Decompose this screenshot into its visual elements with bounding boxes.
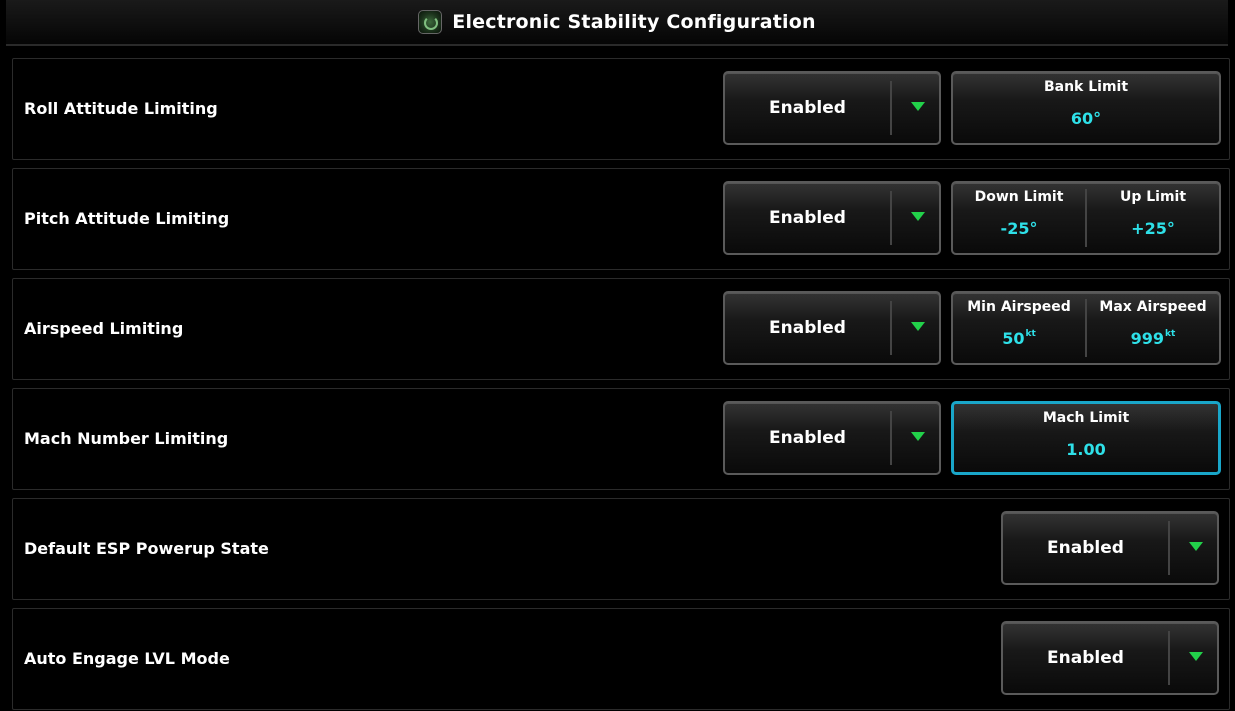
max-airspeed-value: 999 <box>1130 329 1165 348</box>
row-default-esp-powerup-state: Default ESP Powerup State Enabled <box>12 498 1230 600</box>
row-label: Auto Engage LVL Mode <box>24 649 230 668</box>
down-limit-header: Down Limit <box>974 189 1064 205</box>
page-title: Electronic Stability Configuration <box>452 11 816 33</box>
row-label: Default ESP Powerup State <box>24 539 269 558</box>
esp-powerup-dropdown[interactable]: Enabled <box>1001 511 1219 585</box>
title-bar: Electronic Stability Configuration <box>6 0 1228 46</box>
chevron-down-icon <box>1189 542 1203 551</box>
dropdown-divider <box>1168 631 1170 685</box>
dropdown-divider <box>1168 521 1170 575</box>
max-airspeed-button[interactable]: Max Airspeed 999kt <box>1087 293 1219 363</box>
knots-unit: kt <box>1165 329 1176 339</box>
pitch-limits-group: Down Limit -25° Up Limit +25° <box>951 181 1221 255</box>
chevron-down-icon <box>1189 652 1203 661</box>
mach-limit-button[interactable]: Mach Limit 1.00 <box>951 401 1221 475</box>
chevron-down-icon <box>911 322 925 331</box>
mach-limit-header: Mach Limit <box>1042 410 1130 426</box>
airspeed-limits-group: Min Airspeed 50kt Max Airspeed 999kt <box>951 291 1221 365</box>
pitch-limiting-dropdown[interactable]: Enabled <box>723 181 941 255</box>
dropdown-value: Enabled <box>1047 648 1124 668</box>
row-airspeed-limiting: Airspeed Limiting Enabled Min Airspeed 5… <box>12 278 1230 380</box>
bank-limit-header: Bank Limit <box>1043 79 1129 95</box>
dropdown-divider <box>890 301 892 355</box>
row-auto-engage-lvl-mode: Auto Engage LVL Mode Enabled <box>12 608 1230 710</box>
bank-limit-value: 60° <box>1070 109 1102 128</box>
dropdown-divider <box>890 191 892 245</box>
dropdown-value: Enabled <box>1047 538 1124 558</box>
max-airspeed-header: Max Airspeed <box>1099 299 1207 315</box>
max-airspeed-value-wrap: 999kt <box>1087 329 1219 348</box>
down-limit-button[interactable]: Down Limit -25° <box>953 183 1085 253</box>
row-mach-number-limiting: Mach Number Limiting Enabled Mach Limit … <box>12 388 1230 490</box>
dropdown-divider <box>890 411 892 465</box>
chevron-down-icon <box>911 102 925 111</box>
roll-limiting-dropdown[interactable]: Enabled <box>723 71 941 145</box>
min-airspeed-value-wrap: 50kt <box>953 329 1085 348</box>
min-airspeed-header: Min Airspeed <box>967 299 1071 315</box>
min-airspeed-button[interactable]: Min Airspeed 50kt <box>953 293 1085 363</box>
dropdown-divider <box>890 81 892 135</box>
up-limit-header: Up Limit <box>1119 189 1187 205</box>
garmin-globe-icon <box>418 10 443 34</box>
chevron-down-icon <box>911 212 925 221</box>
knots-unit: kt <box>1025 329 1036 339</box>
up-limit-button[interactable]: Up Limit +25° <box>1087 183 1219 253</box>
bank-limit-button[interactable]: Bank Limit 60° <box>951 71 1221 145</box>
row-pitch-attitude-limiting: Pitch Attitude Limiting Enabled Down Lim… <box>12 168 1230 270</box>
dropdown-value: Enabled <box>769 318 846 338</box>
auto-engage-lvl-dropdown[interactable]: Enabled <box>1001 621 1219 695</box>
dropdown-value: Enabled <box>769 428 846 448</box>
mach-limiting-dropdown[interactable]: Enabled <box>723 401 941 475</box>
row-label: Pitch Attitude Limiting <box>24 209 230 228</box>
down-limit-value: -25° <box>1000 219 1038 238</box>
dropdown-value: Enabled <box>769 208 846 228</box>
row-label: Mach Number Limiting <box>24 429 229 448</box>
row-label: Airspeed Limiting <box>24 319 184 338</box>
up-limit-value: +25° <box>1131 219 1175 238</box>
row-label: Roll Attitude Limiting <box>24 99 218 118</box>
row-roll-attitude-limiting: Roll Attitude Limiting Enabled Bank Limi… <box>12 58 1230 160</box>
airspeed-limiting-dropdown[interactable]: Enabled <box>723 291 941 365</box>
dropdown-value: Enabled <box>769 98 846 118</box>
chevron-down-icon <box>911 432 925 441</box>
min-airspeed-value: 50 <box>1002 329 1025 348</box>
mach-limit-value: 1.00 <box>1066 440 1106 459</box>
